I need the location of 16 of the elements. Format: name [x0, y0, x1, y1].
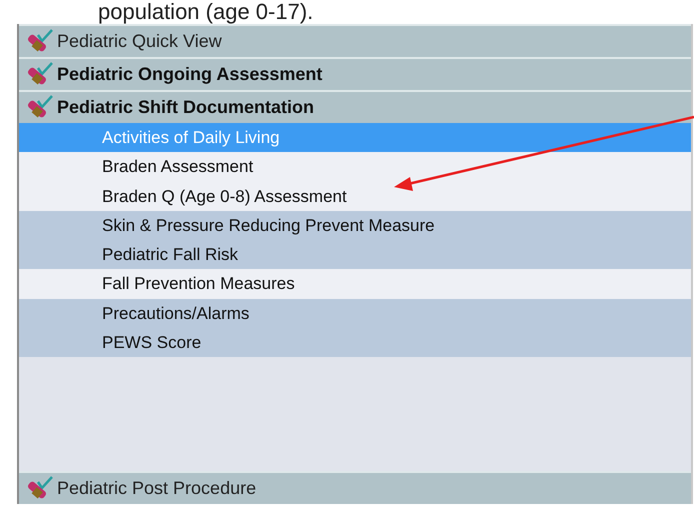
list-item[interactable]: Skin & Pressure Reducing Prevent Measure — [19, 210, 691, 240]
pen-check-icon — [25, 62, 55, 88]
pen-check-icon — [25, 94, 55, 120]
list-item[interactable]: PEWS Score — [19, 328, 691, 358]
section-header[interactable]: Pediatric Post Procedure — [19, 471, 691, 504]
list-item[interactable]: Fall Prevention Measures — [19, 269, 691, 299]
list-item[interactable]: Braden Assessment — [19, 152, 691, 182]
section-header[interactable]: Pediatric Shift Documentation — [19, 90, 691, 123]
pen-check-icon — [25, 476, 55, 502]
caption-text: population (age 0-17). — [98, 0, 314, 24]
list-item[interactable]: Braden Q (Age 0-8) Assessment — [19, 182, 691, 211]
section-header[interactable]: Pediatric Quick View — [19, 24, 691, 57]
pen-check-icon — [25, 28, 55, 54]
section-header[interactable]: Pediatric Ongoing Assessment — [19, 57, 691, 90]
list-item[interactable]: Precautions/Alarms — [19, 298, 691, 328]
list-item[interactable]: Pediatric Fall Risk — [19, 240, 691, 270]
